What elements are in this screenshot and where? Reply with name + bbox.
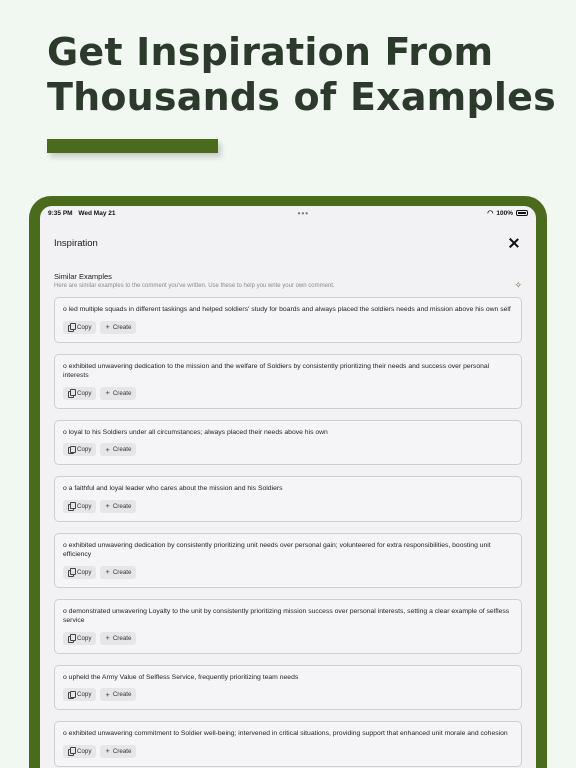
example-card: o demonstrated unwavering Loyalty to the… <box>54 598 522 654</box>
plus-icon: + <box>105 444 110 454</box>
example-actions: Copy + Create <box>63 744 513 758</box>
example-actions: Copy + Create <box>63 688 513 701</box>
example-text: o upheld the Army Value of Selfless Serv… <box>63 673 299 681</box>
copy-button[interactable]: Copy <box>63 499 97 513</box>
copy-icon <box>68 389 76 398</box>
example-actions: Copy + Create <box>63 499 513 513</box>
copy-label: Copy <box>77 389 92 397</box>
accent-bar <box>47 139 218 153</box>
battery-percent: 100% <box>496 209 513 217</box>
create-button[interactable]: + Create <box>100 386 137 400</box>
example-actions: Copy + Create <box>63 443 513 456</box>
copy-icon <box>68 502 76 511</box>
copy-button[interactable]: Copy <box>63 744 97 758</box>
wifi-icon: ◠ <box>487 210 494 217</box>
copy-icon <box>68 690 76 699</box>
copy-label: Copy <box>77 568 92 576</box>
create-button[interactable]: + Create <box>100 631 137 645</box>
create-label: Create <box>112 323 132 331</box>
plus-icon: + <box>105 746 110 755</box>
plus-icon: + <box>105 501 110 510</box>
create-button[interactable]: + Create <box>100 499 137 513</box>
example-actions: Copy + Create <box>63 386 513 400</box>
create-button[interactable]: + Create <box>100 744 137 758</box>
plus-icon: + <box>105 388 110 397</box>
close-icon[interactable] <box>506 235 522 251</box>
example-card: o exhibited unwavering dedication to the… <box>54 353 522 409</box>
sparkle-icon[interactable]: ✧ <box>514 280 522 291</box>
plus-icon: + <box>105 633 110 642</box>
section-title: Similar Examples <box>54 272 112 281</box>
create-label: Create <box>112 502 132 510</box>
create-label: Create <box>112 691 132 698</box>
copy-label: Copy <box>77 691 92 698</box>
examples-list: o led multiple squads in different taski… <box>40 289 536 767</box>
create-button[interactable]: + Create <box>100 320 137 334</box>
example-card: o upheld the Army Value of Selfless Serv… <box>54 664 522 710</box>
example-text: o exhibited unwavering dedication to the… <box>63 362 490 380</box>
example-card: o a faithful and loyal leader who cares … <box>54 476 522 522</box>
copy-button[interactable]: Copy <box>63 320 97 334</box>
copy-icon <box>68 634 76 643</box>
tablet-frame: 9:35 PM Wed May 21 ••• ◠ 100% Inspiratio… <box>29 196 547 768</box>
headline-line-1: Get Inspiration From <box>47 30 494 74</box>
copy-button[interactable]: Copy <box>63 565 97 579</box>
section-subtitle: Here are similar examples to the comment… <box>54 283 335 289</box>
copy-icon <box>68 568 76 577</box>
example-text: o loyal to his Soldiers under all circum… <box>63 428 328 436</box>
example-text: o exhibited unwavering dedication by con… <box>63 541 491 559</box>
create-label: Create <box>112 747 132 755</box>
copy-label: Copy <box>77 323 92 331</box>
example-text: o led multiple squads in different taski… <box>63 306 511 313</box>
example-text: o a faithful and loyal leader who cares … <box>63 485 283 492</box>
create-label: Create <box>112 446 132 453</box>
plus-icon: + <box>105 567 110 576</box>
example-card: o loyal to his Soldiers under all circum… <box>54 419 522 465</box>
plus-icon: + <box>105 322 110 331</box>
example-card: o exhibited unwavering dedication by con… <box>54 532 522 588</box>
tablet-screen: 9:35 PM Wed May 21 ••• ◠ 100% Inspiratio… <box>40 206 536 768</box>
create-button[interactable]: + Create <box>100 565 137 579</box>
create-button[interactable]: + Create <box>100 443 137 456</box>
copy-icon <box>68 323 76 332</box>
status-date: Wed May 21 <box>78 209 116 217</box>
example-card: o exhibited unwavering commitment to Sol… <box>54 721 522 767</box>
copy-label: Copy <box>77 747 92 755</box>
copy-button[interactable]: Copy <box>63 443 97 456</box>
sheet-header: Inspiration <box>40 222 536 264</box>
copy-label: Copy <box>77 502 92 510</box>
status-bar: 9:35 PM Wed May 21 ••• ◠ 100% <box>40 206 536 220</box>
copy-button[interactable]: Copy <box>63 688 97 701</box>
marketing-headline: Get Inspiration From Thousands of Exampl… <box>47 30 556 120</box>
copy-button[interactable]: Copy <box>63 631 97 645</box>
sheet-title: Inspiration <box>54 237 98 249</box>
copy-label: Copy <box>77 446 92 453</box>
copy-label: Copy <box>77 634 92 642</box>
create-label: Create <box>112 389 132 397</box>
example-text: o exhibited unwavering commitment to Sol… <box>63 730 508 737</box>
example-actions: Copy + Create <box>63 320 513 334</box>
battery-icon <box>516 210 528 216</box>
create-button[interactable]: + Create <box>100 688 137 701</box>
create-label: Create <box>112 568 132 576</box>
copy-icon <box>68 445 76 454</box>
headline-line-2: Thousands of Examples <box>47 75 556 119</box>
example-actions: Copy + Create <box>63 565 513 579</box>
example-card: o led multiple squads in different taski… <box>54 297 522 343</box>
copy-icon <box>68 747 76 756</box>
example-actions: Copy + Create <box>63 631 513 645</box>
similar-examples-section: Similar Examples Here are similar exampl… <box>40 272 536 291</box>
example-text: o demonstrated unwavering Loyalty to the… <box>63 607 510 625</box>
multitasking-dots[interactable]: ••• <box>298 209 309 218</box>
plus-icon: + <box>105 689 110 699</box>
status-time: 9:35 PM <box>48 209 73 217</box>
copy-button[interactable]: Copy <box>63 386 97 400</box>
create-label: Create <box>112 634 132 642</box>
